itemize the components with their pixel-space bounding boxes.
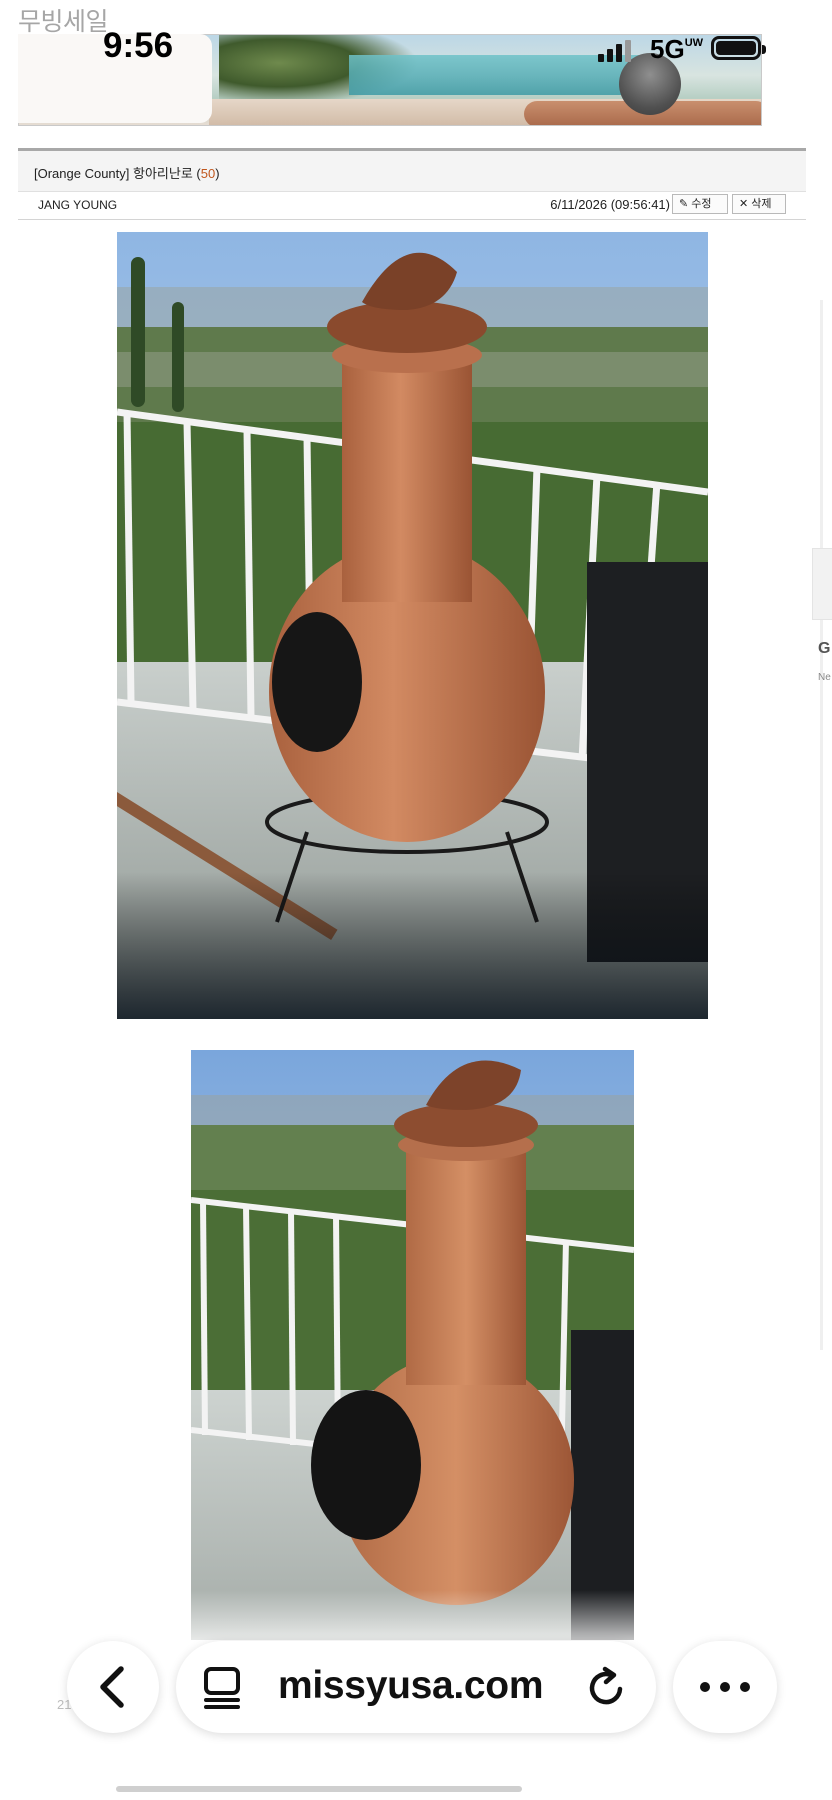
- cellular-signal-icon: [598, 38, 632, 62]
- url-text[interactable]: missyusa.com: [278, 1664, 544, 1708]
- reply-count: 50: [200, 166, 216, 181]
- network-label: 5G: [650, 34, 685, 64]
- chiminea-photo-2: [191, 1050, 634, 1640]
- post-title-close: ): [215, 166, 220, 181]
- edit-button[interactable]: ✎ 수정: [672, 194, 728, 214]
- close-icon: ✕: [739, 198, 749, 210]
- screen: 무빙세일 9:56 5GUW [Orange County] 항아리난로 (50…: [0, 0, 832, 1800]
- home-indicator[interactable]: [116, 1786, 522, 1792]
- post-title-text: [Orange County] 항아리난로 (: [34, 166, 201, 181]
- battery-icon: [711, 36, 766, 60]
- edit-label: 수정: [691, 198, 712, 210]
- status-time: 9:56: [103, 26, 174, 65]
- page-scrollbar[interactable]: [820, 300, 823, 1350]
- post-title: [Orange County] 항아리난로 (50): [34, 163, 220, 182]
- network-type: 5GUW: [650, 34, 703, 65]
- pencil-icon: ✎: [679, 198, 689, 210]
- back-button[interactable]: [67, 1641, 159, 1733]
- more-dots-icon: [700, 1682, 750, 1692]
- network-badge: UW: [684, 37, 704, 49]
- more-button[interactable]: [673, 1641, 777, 1733]
- post-meta-bar: JANG YOUNG 6/11/2026 (09:56:41) ✎ 수정 ✕ 삭…: [18, 192, 806, 220]
- site-name[interactable]: 무빙세일: [18, 2, 109, 38]
- delete-button[interactable]: ✕ 삭제: [732, 194, 786, 214]
- address-bar[interactable]: missyusa.com: [176, 1641, 656, 1733]
- delete-label: 삭제: [751, 198, 772, 210]
- back-chevron-icon: [100, 1666, 124, 1708]
- post-date: 6/11/2026 (09:56:41): [550, 197, 670, 212]
- chiminea-photo-1: [117, 232, 708, 1019]
- post-photo-2[interactable]: [191, 1050, 634, 1640]
- side-panel-letter: G: [818, 640, 831, 657]
- reload-icon[interactable]: [584, 1665, 630, 1711]
- side-panel-edge: [812, 548, 832, 620]
- reader-mode-icon[interactable]: [200, 1665, 246, 1711]
- post-photo-1[interactable]: [117, 232, 708, 1019]
- post-title-bar: [Orange County] 항아리난로 (50): [18, 148, 806, 192]
- post-author[interactable]: JANG YOUNG: [38, 198, 117, 212]
- side-panel-sub: Ne: [818, 672, 831, 683]
